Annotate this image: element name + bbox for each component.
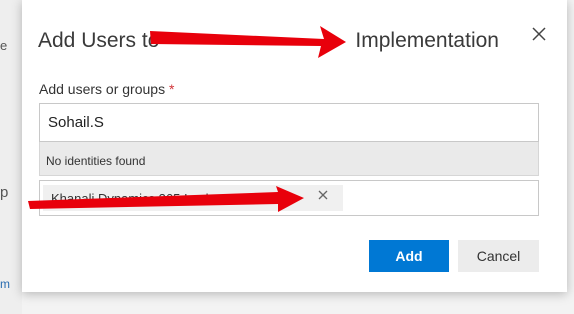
remove-chip-icon[interactable] — [317, 188, 329, 200]
no-identities-message: No identities found — [39, 142, 539, 176]
users-field-label: Add users or groups * — [39, 81, 174, 97]
background-text-fragment: e — [0, 38, 8, 53]
close-icon[interactable] — [529, 24, 549, 44]
selected-identity-chip-label: Khanali Dynamics 365 Implementation — [51, 191, 273, 206]
required-marker: * — [168, 81, 175, 97]
cancel-button[interactable]: Cancel — [458, 240, 539, 272]
users-field-label-text: Add users or groups — [39, 81, 166, 97]
background-link-fragment: m — [0, 277, 10, 291]
selected-identities-box: Khanali Dynamics 365 Implementation — [39, 180, 539, 216]
selected-identity-chip: Khanali Dynamics 365 Implementation — [43, 185, 343, 211]
add-users-dialog: Add Users to Implementation Add users or … — [22, 0, 567, 292]
add-button[interactable]: Add — [369, 240, 449, 272]
dialog-title-suffix: Implementation — [355, 29, 499, 52]
background-text-fragment: p — [0, 184, 9, 201]
users-search-input[interactable] — [39, 103, 539, 142]
dialog-title: Add Users to Implementation — [38, 29, 499, 53]
dialog-title-prefix: Add Users to — [38, 29, 160, 52]
